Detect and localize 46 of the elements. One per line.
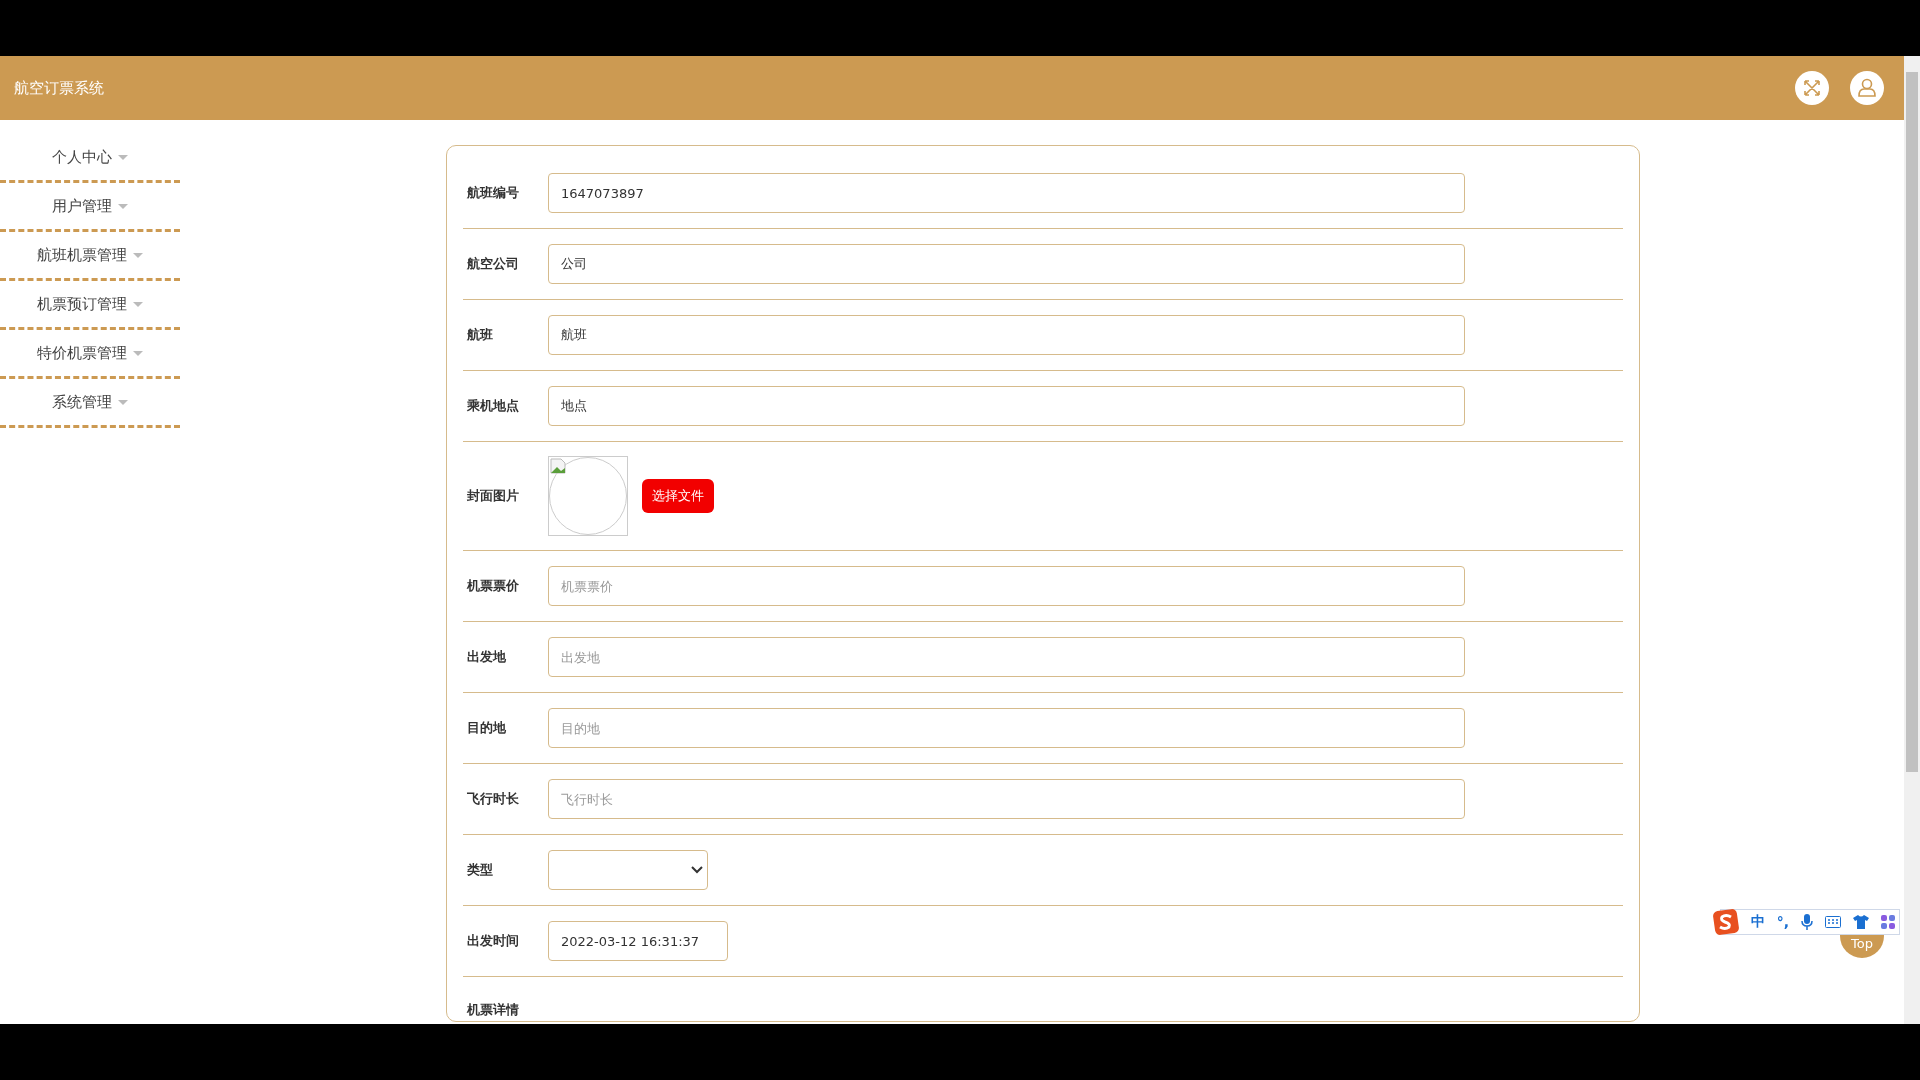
field-label: 航班: [466, 326, 494, 344]
input-field[interactable]: 出发地: [548, 637, 1465, 677]
caret-icon: [133, 301, 143, 307]
sidebar-item[interactable]: 用户管理: [0, 183, 180, 232]
choose-file-button[interactable]: 选择文件: [642, 479, 714, 513]
shirt-icon[interactable]: [1853, 915, 1869, 929]
user-icon[interactable]: [1850, 71, 1884, 105]
ime-button[interactable]: °,: [1776, 914, 1789, 930]
app-title: 航空订票系统: [14, 78, 104, 98]
field-label: 出发地: [466, 648, 507, 666]
sidebar-item[interactable]: 航班机票管理: [0, 232, 180, 281]
field-label: 封面图片: [466, 487, 520, 505]
field-label: 航班编号: [466, 184, 520, 202]
input-field[interactable]: 机票票价: [548, 566, 1465, 606]
input-field[interactable]: 航班: [548, 315, 1465, 355]
input-field[interactable]: 公司: [548, 244, 1465, 284]
broken-image-icon: [550, 458, 566, 474]
caret-icon: [133, 350, 143, 356]
ime-button[interactable]: 中: [1750, 913, 1765, 931]
field-label: 出发时间: [466, 932, 520, 950]
field-label: 飞行时长: [466, 790, 520, 808]
microphone-icon[interactable]: [1801, 914, 1813, 930]
field-label: 机票详情: [465, 1001, 520, 1019]
caret-icon: [118, 399, 128, 405]
sidebar-item[interactable]: 系统管理: [0, 379, 180, 428]
input-field[interactable]: 1647073897: [548, 173, 1465, 213]
sidebar-item[interactable]: 个人中心: [0, 134, 180, 183]
field-label: 机票票价: [465, 577, 520, 595]
sidebar-item[interactable]: 特价机票管理: [0, 330, 180, 379]
fullscreen-icon[interactable]: [1795, 71, 1829, 105]
keyboard-icon[interactable]: [1825, 916, 1841, 928]
caret-icon: [133, 252, 143, 258]
scrollbar[interactable]: [1904, 56, 1920, 1024]
date-field[interactable]: 2022-03-12 16:31:37: [548, 921, 728, 961]
field-label: 目的地: [466, 719, 507, 737]
chevron-down-icon: [691, 866, 703, 874]
caret-icon: [118, 203, 128, 209]
field-label: 类型: [466, 861, 494, 879]
input-field[interactable]: 地点: [548, 386, 1465, 426]
input-field[interactable]: 目的地: [548, 708, 1465, 748]
field-label: 航空公司: [466, 255, 520, 273]
caret-icon: [118, 154, 128, 160]
input-field[interactable]: 飞行时长: [548, 779, 1465, 819]
grid-icon[interactable]: [1881, 915, 1895, 929]
sidebar-item[interactable]: 机票预订管理: [0, 281, 180, 330]
field-label: 乘机地点: [466, 397, 520, 415]
